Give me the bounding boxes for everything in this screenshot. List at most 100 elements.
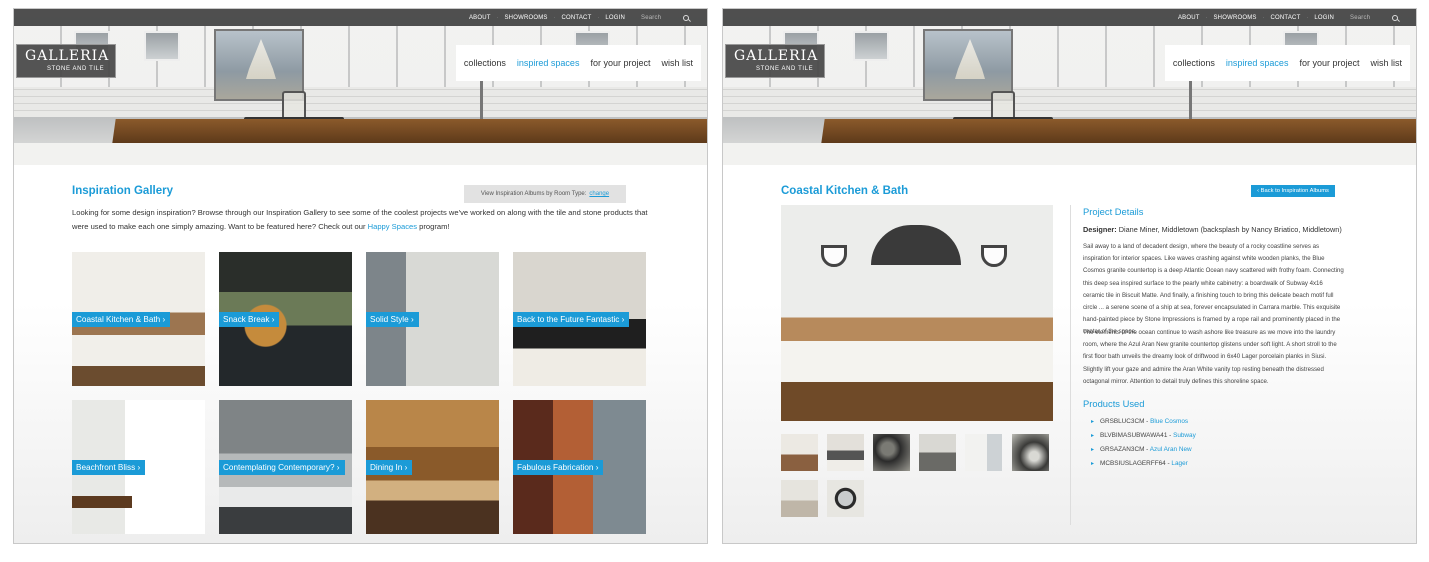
project-description-1: Sail away to a land of decadent design, … (1083, 243, 1344, 336)
logo-main-text: GALLERIA (734, 48, 819, 64)
album-thumbnail-8[interactable] (827, 480, 864, 517)
designer-line: Designer: Diane Miner, Middletown (backs… (1083, 225, 1353, 234)
product-code: GRSBLUC3CM (1100, 418, 1145, 425)
search-input[interactable]: Search (641, 15, 671, 21)
album-thumbnail-5[interactable] (965, 434, 1002, 471)
nav-wish-list[interactable]: wish list (661, 58, 693, 68)
logo[interactable]: GALLERIA STONE AND TILE (16, 44, 116, 78)
top-nav-about[interactable]: ABOUT (1178, 15, 1200, 21)
nav-for-your-project[interactable]: for your project (1299, 58, 1359, 68)
search-icon[interactable] (683, 14, 689, 21)
album-tile-coastal[interactable]: Coastal Kitchen & Bath (72, 252, 205, 386)
album-thumbnail-4[interactable] (919, 434, 956, 471)
album-label[interactable]: Back to the Future Fantastic (513, 312, 630, 327)
album-tile-fabrication[interactable]: Fabulous Fabrication (513, 400, 646, 534)
album-main-photo[interactable] (781, 205, 1053, 421)
album-tile-beachfront[interactable]: Beachfront Bliss (72, 400, 205, 534)
page-title: Inspiration Gallery (72, 185, 173, 197)
album-thumbnail-2[interactable] (827, 434, 864, 471)
range-hood-icon (871, 225, 961, 265)
column-divider (1070, 205, 1071, 525)
album-thumbnail-1[interactable] (781, 434, 818, 471)
product-code: MCBSIUSLAGERFF64 (1100, 460, 1166, 467)
album-label[interactable]: Coastal Kitchen & Bath (72, 312, 171, 327)
hero-backsplash (723, 87, 1416, 117)
hero-banner: ABOUT · SHOWROOMS · CONTACT · LOGIN Sear… (723, 9, 1416, 165)
intro-text: Looking for some design inspiration? Bro… (72, 208, 648, 231)
happy-spaces-link[interactable]: Happy Spaces (368, 222, 417, 231)
top-nav-contact[interactable]: CONTACT (562, 15, 592, 21)
nav-collections[interactable]: collections (1173, 58, 1215, 68)
album-label[interactable]: Solid Style (366, 312, 419, 327)
album-thumbnail-6[interactable] (1012, 434, 1049, 471)
hero-cabinet-glass (144, 31, 180, 61)
album-label[interactable]: Fabulous Fabrication (513, 460, 604, 475)
album-title: Coastal Kitchen & Bath (781, 185, 909, 197)
separator-icon: · (496, 14, 499, 21)
top-nav: ABOUT · SHOWROOMS · CONTACT · LOGIN Sear… (1178, 9, 1398, 26)
search-input[interactable]: Search (1350, 15, 1380, 21)
top-nav-showrooms[interactable]: SHOWROOMS (504, 15, 547, 21)
nav-collections[interactable]: collections (464, 58, 506, 68)
room-type-filter: View Inspiration Albums by Room Type: ch… (464, 185, 626, 203)
product-link[interactable]: Subway (1173, 432, 1196, 439)
product-link[interactable]: Azul Aran New (1150, 446, 1192, 453)
main-nav: collections inspired spaces for your pro… (1164, 45, 1410, 81)
project-description-2: The elements of the ocean continue to wa… (1083, 329, 1337, 385)
nav-inspired-spaces[interactable]: inspired spaces (1226, 58, 1289, 68)
album-detail-page: ABOUT · SHOWROOMS · CONTACT · LOGIN Sear… (722, 8, 1417, 544)
search-icon[interactable] (1392, 14, 1398, 21)
top-nav-about[interactable]: ABOUT (469, 15, 491, 21)
separator-icon: · (553, 14, 556, 21)
list-item: MCBSIUSLAGERFF64 - Lager (1091, 457, 1196, 471)
back-to-albums-button[interactable]: ‹ Back to Inspiration Albums (1251, 185, 1335, 197)
logo-sub-text: STONE AND TILE (47, 66, 105, 72)
album-tile-contemporary[interactable]: Contemplating Contemporary? (219, 400, 352, 534)
album-label[interactable]: Dining In (366, 460, 413, 475)
product-code: BLVBIMASUBWAWA41 (1100, 432, 1168, 439)
album-thumbnail-3[interactable] (873, 434, 910, 471)
ship-icon (246, 39, 276, 79)
hero-countertop (112, 119, 707, 143)
hero-island (14, 143, 707, 165)
hero-island (723, 143, 1416, 165)
list-item: GRSBLUC3CM - Blue Cosmos (1091, 415, 1196, 429)
top-nav-login[interactable]: LOGIN (1314, 15, 1334, 21)
nav-wish-list[interactable]: wish list (1370, 58, 1402, 68)
top-nav: ABOUT · SHOWROOMS · CONTACT · LOGIN Sear… (469, 9, 689, 26)
room-type-label: View Inspiration Albums by Room Type: (480, 191, 587, 197)
separator-icon: · (1306, 14, 1309, 21)
album-label[interactable]: Contemplating Contemporary? (219, 460, 345, 475)
top-nav-contact[interactable]: CONTACT (1271, 15, 1301, 21)
hero-cabinet-glass (853, 31, 889, 61)
album-tile-snack-break[interactable]: Snack Break (219, 252, 352, 386)
pendant-light-icon (981, 245, 1007, 267)
product-link[interactable]: Blue Cosmos (1150, 418, 1188, 425)
list-item: GRSAZAN3CM - Azul Aran New (1091, 443, 1196, 457)
nav-for-your-project[interactable]: for your project (590, 58, 650, 68)
separator-icon: · (1262, 14, 1265, 21)
album-tile-solid-style[interactable]: Solid Style (366, 252, 499, 386)
album-label[interactable]: Beachfront Bliss (72, 460, 146, 475)
top-nav-login[interactable]: LOGIN (605, 15, 625, 21)
back-button-label: Back to Inspiration Albums (1260, 188, 1329, 194)
product-link[interactable]: Lager (1171, 460, 1187, 467)
logo[interactable]: GALLERIA STONE AND TILE (725, 44, 825, 78)
products-used-heading: Products Used (1083, 398, 1145, 409)
album-label[interactable]: Snack Break (219, 312, 280, 327)
designer-label: Designer: (1083, 225, 1117, 234)
gallery-intro: Looking for some design inspiration? Bro… (72, 206, 650, 234)
product-code: GRSAZAN3CM (1100, 446, 1145, 453)
project-details-heading: Project Details (1083, 206, 1144, 217)
room-type-change-link[interactable]: change (589, 191, 609, 197)
album-tile-back-to-future[interactable]: Back to the Future Fantastic (513, 252, 646, 386)
top-nav-showrooms[interactable]: SHOWROOMS (1213, 15, 1256, 21)
main-nav: collections inspired spaces for your pro… (455, 45, 701, 81)
list-item: BLVBIMASUBWAWA41 - Subway (1091, 429, 1196, 443)
logo-sub-text: STONE AND TILE (756, 66, 814, 72)
album-thumbnail-7[interactable] (781, 480, 818, 517)
album-tile-dining-in[interactable]: Dining In (366, 400, 499, 534)
designer-value: Diane Miner, Middletown (backsplash by N… (1118, 225, 1342, 234)
nav-inspired-spaces[interactable]: inspired spaces (517, 58, 580, 68)
pendant-light-icon (821, 245, 847, 267)
